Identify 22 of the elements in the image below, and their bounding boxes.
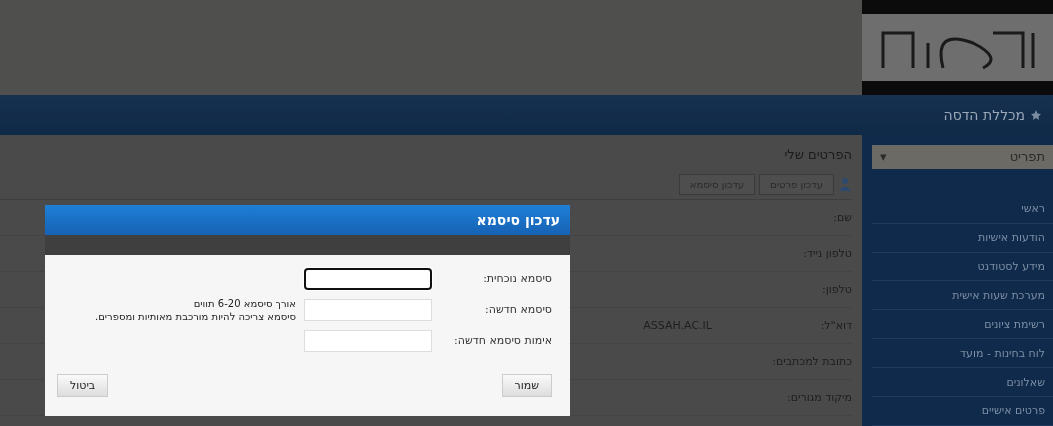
menu-item[interactable]: שאלונים	[872, 368, 1053, 398]
dialog-title: עדכון סיסמא	[45, 205, 570, 235]
college-name: מכללת הדסה	[943, 107, 1025, 123]
menu-item[interactable]: מידע לסטודנט	[872, 252, 1053, 282]
star-icon	[1031, 110, 1041, 120]
menu-item[interactable]: מערכת שעות אישית	[872, 281, 1053, 311]
field-label: סיסמא חדשה:	[484, 303, 552, 316]
menu-item[interactable]: לוח בחינות - מועד	[872, 339, 1053, 369]
menu-item[interactable]: ראשי	[872, 194, 1053, 224]
field-label: אימות סיסמא חדשה:	[453, 334, 552, 347]
cancel-button[interactable]: ביטול	[57, 374, 109, 397]
user-icon	[838, 177, 852, 191]
menu-select[interactable]: תפריט ▾	[872, 145, 1053, 169]
hint-text: אורך סיסמא 6-20 תווים	[192, 296, 296, 310]
menu-item[interactable]: פרטים אישיים	[872, 397, 1053, 426]
password-field[interactable]	[304, 267, 432, 290]
field-label: סיסמא נוכחית:	[482, 272, 552, 285]
menu-item[interactable]: הודעות אישיות	[872, 223, 1053, 253]
menu-item[interactable]: רשימת ציונים	[872, 310, 1053, 340]
hint-text: סיסמא צריכה להיות מורכבת מאותיות ומספרים.	[94, 309, 296, 323]
save-button[interactable]: שמור	[501, 374, 552, 397]
caret-icon: ▾	[880, 149, 887, 165]
